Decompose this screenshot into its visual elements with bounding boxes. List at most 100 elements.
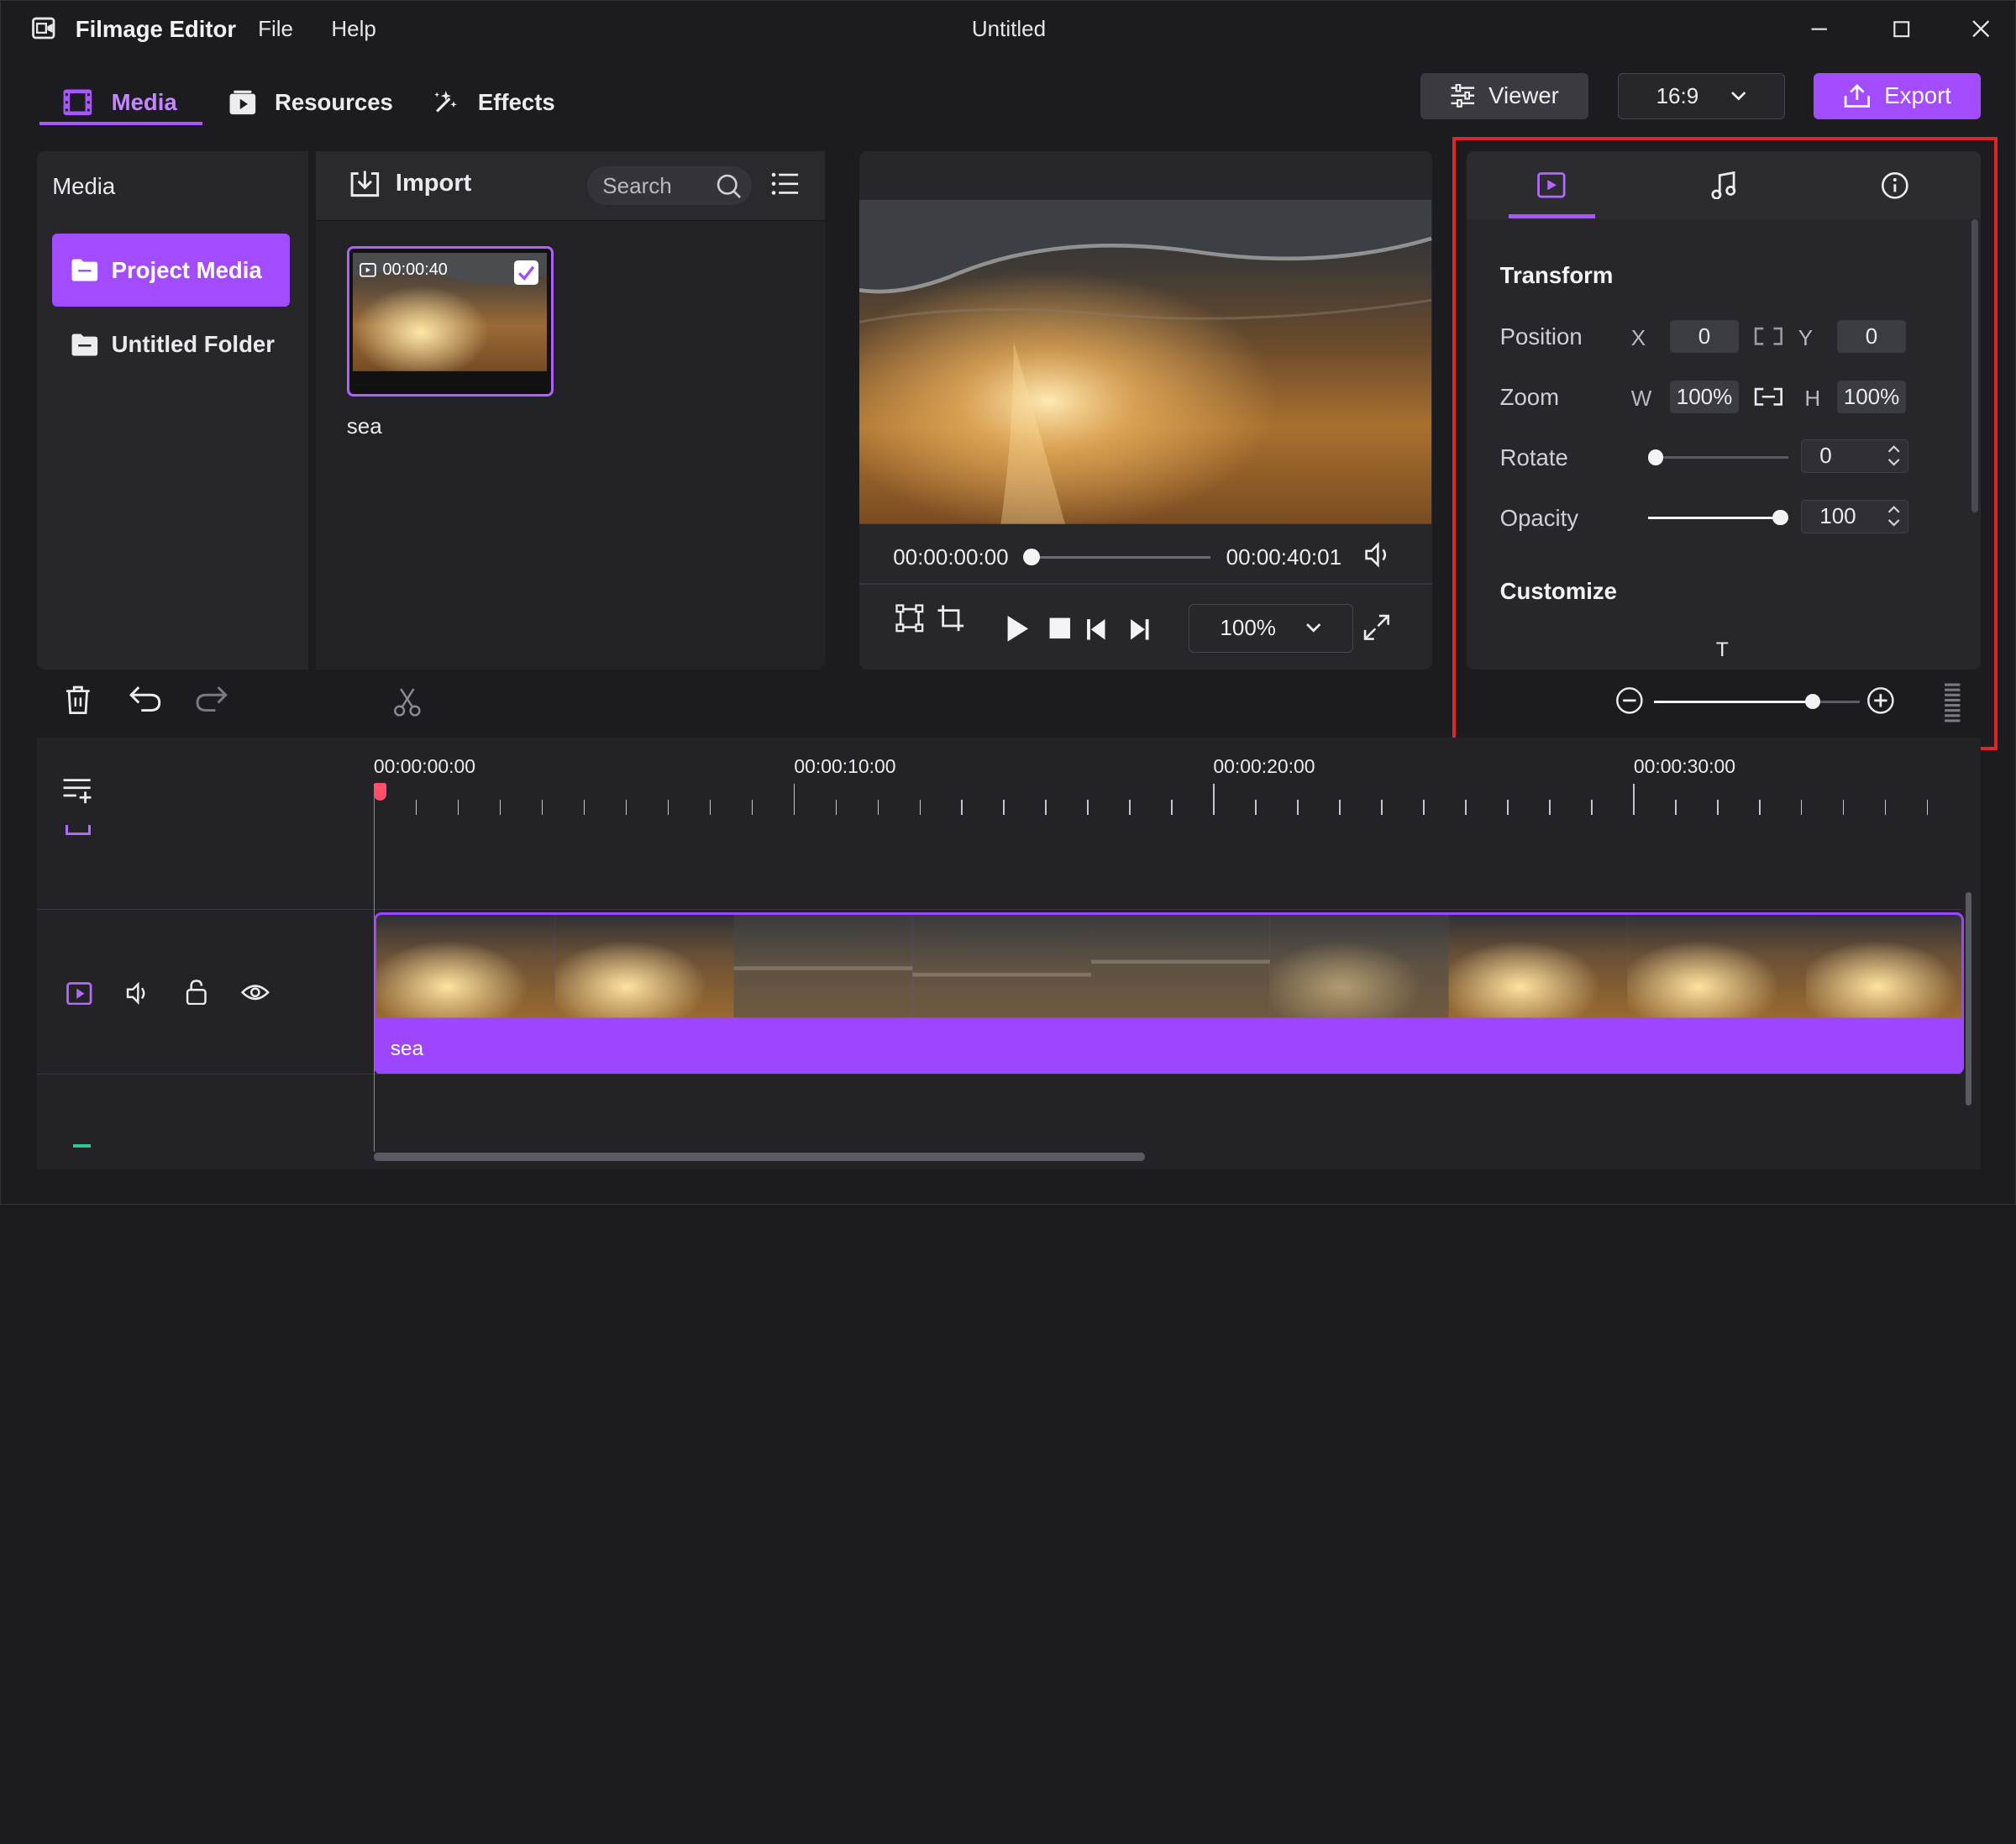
- spin-arrows-icon[interactable]: [1887, 443, 1900, 469]
- export-button[interactable]: Export: [1814, 72, 1982, 119]
- video-tab-icon: [1537, 172, 1566, 198]
- tab-audio-properties[interactable]: [1681, 151, 1766, 219]
- next-frame-icon[interactable]: [1126, 617, 1152, 643]
- media-item-name: sea: [346, 413, 382, 439]
- ruler-time-20: 00:00:20:00: [1213, 755, 1315, 778]
- unlink-icon[interactable]: [1753, 326, 1784, 346]
- play-icon[interactable]: [1004, 613, 1032, 644]
- ruler-tick: [667, 799, 669, 815]
- crop-icon[interactable]: [937, 604, 965, 633]
- tab-info[interactable]: [1852, 151, 1937, 219]
- link-icon[interactable]: [1753, 386, 1784, 407]
- selected-checkbox[interactable]: [513, 260, 538, 286]
- zoom-out-icon[interactable]: [1615, 686, 1644, 715]
- menu-help[interactable]: Help: [331, 16, 376, 42]
- folder-project-media[interactable]: Project Media: [52, 234, 291, 307]
- position-x-input[interactable]: 0: [1669, 319, 1740, 354]
- playback-time-row: 00:00:00:00 00:00:40:01: [859, 532, 1431, 583]
- aspect-ratio-select[interactable]: 16:9: [1618, 72, 1786, 119]
- ruler-tick: [961, 799, 963, 815]
- sparkle-icon: [433, 91, 457, 113]
- scissors-icon[interactable]: [393, 686, 422, 717]
- seek-bar-handle[interactable]: [1022, 549, 1040, 565]
- opacity-slider-track[interactable]: [1647, 516, 1781, 519]
- zoom-w-input[interactable]: 100%: [1669, 380, 1740, 414]
- ruler-time-10: 00:00:10:00: [794, 755, 896, 778]
- minimize-button[interactable]: [1793, 11, 1845, 47]
- timeline-vertical-scrollbar[interactable]: [1965, 891, 1972, 1106]
- menu-file[interactable]: File: [258, 16, 293, 42]
- tab-video-properties[interactable]: [1509, 151, 1593, 219]
- video-track-icon[interactable]: [66, 981, 92, 1006]
- tab-media[interactable]: Media: [62, 81, 177, 124]
- maximize-button[interactable]: [1876, 11, 1927, 47]
- timeline-zoom-handle[interactable]: [1804, 693, 1821, 710]
- opacity-input[interactable]: 100: [1800, 499, 1909, 533]
- redo-icon[interactable]: [195, 685, 228, 713]
- ruler-tick: [1297, 799, 1299, 815]
- lock-icon[interactable]: [185, 980, 208, 1006]
- ruler-tick: [1087, 799, 1089, 815]
- folder-label: Project Media: [111, 256, 262, 283]
- preview-panel: 00:00:00:00 00:00:40:01 100%: [859, 151, 1432, 670]
- timeline-horizontal-scrollbar[interactable]: [373, 1153, 1146, 1161]
- position-y-input[interactable]: 0: [1836, 319, 1907, 354]
- clip-name: sea: [390, 1037, 424, 1060]
- film-app-icon: [31, 18, 55, 39]
- prev-frame-icon[interactable]: [1084, 617, 1110, 643]
- list-view-icon[interactable]: [771, 172, 800, 196]
- folder-label: Untitled Folder: [111, 331, 275, 358]
- seek-bar-track[interactable]: [1031, 556, 1211, 560]
- import-button[interactable]: Import: [349, 170, 471, 198]
- resize-grip-icon[interactable]: [1942, 682, 1962, 723]
- playhead-handle[interactable]: [373, 782, 387, 801]
- fit-frame-icon[interactable]: [895, 604, 924, 633]
- tab-resources[interactable]: Resources: [228, 81, 393, 124]
- ruler-tick: [835, 799, 837, 815]
- close-button[interactable]: [1956, 11, 2007, 47]
- ruler-tick: [1884, 799, 1887, 815]
- media-library-panel: Import Search 00:00:40 sea: [315, 151, 826, 670]
- stop-icon[interactable]: [1048, 617, 1072, 640]
- ruler-tick: [1171, 799, 1173, 815]
- delete-icon[interactable]: [64, 685, 92, 716]
- media-thumbnail-sea[interactable]: 00:00:40: [346, 246, 554, 397]
- properties-scrollbar[interactable]: [1971, 219, 1979, 513]
- opacity-slider-handle[interactable]: [1772, 510, 1788, 526]
- folder-untitled[interactable]: Untitled Folder: [52, 308, 290, 381]
- ruler-tick: [793, 784, 795, 815]
- ruler-tick: [709, 799, 711, 815]
- text-glyph: T: [1715, 638, 1729, 662]
- ruler-tick: [1255, 799, 1257, 815]
- add-track-icon[interactable]: [62, 776, 93, 805]
- rotate-slider-handle[interactable]: [1647, 449, 1664, 465]
- track-divider: [36, 908, 1962, 911]
- chevron-down-icon: [1731, 91, 1746, 101]
- zoom-h-input[interactable]: 100%: [1836, 380, 1907, 414]
- ruler-tick: [1717, 799, 1719, 815]
- rotate-slider-track[interactable]: [1655, 455, 1788, 459]
- zoom-in-icon[interactable]: [1866, 686, 1895, 715]
- preview-zoom-select[interactable]: 100%: [1189, 603, 1354, 653]
- search-input[interactable]: Search: [586, 166, 752, 206]
- fullscreen-icon[interactable]: [1362, 613, 1391, 642]
- tab-effects-label: Effects: [477, 88, 555, 115]
- preview-zoom-value: 100%: [1220, 615, 1276, 641]
- customize-title: Customize: [1499, 578, 1617, 605]
- eye-icon[interactable]: [241, 982, 270, 1002]
- rotate-input[interactable]: 0: [1800, 439, 1909, 473]
- zoom-h-label: H: [1804, 385, 1821, 411]
- undo-icon[interactable]: [129, 685, 162, 713]
- video-preview: [859, 200, 1432, 524]
- zoom-label: Zoom: [1499, 384, 1560, 411]
- spin-arrows-icon[interactable]: [1887, 503, 1900, 529]
- timeline-clip-sea[interactable]: sea: [373, 912, 1965, 1075]
- playhead-line: [373, 789, 375, 1152]
- tab-effects[interactable]: Effects: [432, 81, 555, 124]
- aspect-ratio-value: 16:9: [1656, 82, 1699, 108]
- clip-filmstrip: [375, 915, 1962, 1018]
- opacity-value: 100: [1819, 503, 1856, 529]
- track-volume-icon[interactable]: [125, 980, 151, 1006]
- viewer-button[interactable]: Viewer: [1420, 72, 1589, 119]
- volume-icon[interactable]: [1362, 539, 1394, 570]
